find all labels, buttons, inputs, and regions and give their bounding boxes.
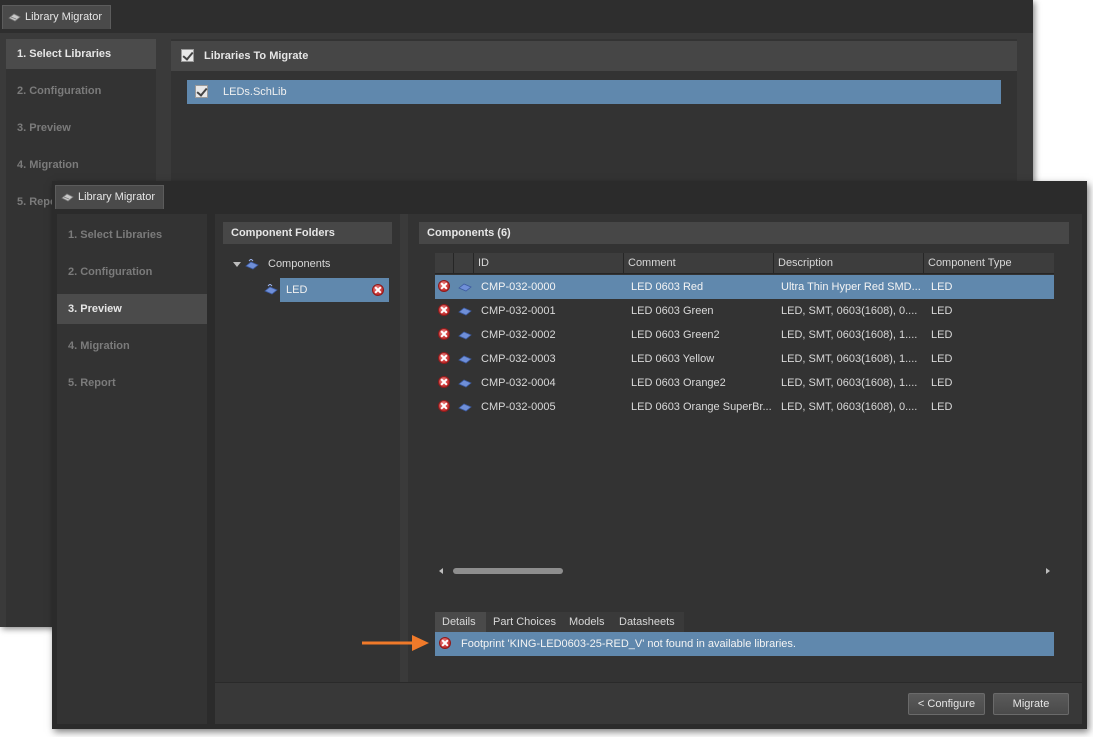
- cell-comment: LED 0603 Green2: [631, 329, 720, 341]
- library-migrator-icon: [61, 193, 74, 202]
- table-row[interactable]: CMP-032-0002 LED 0603 Green2 LED, SMT, 060…: [435, 323, 1054, 347]
- table-row[interactable]: CMP-032-0005 LED 0603 Orange SuperBr... LE…: [435, 395, 1054, 419]
- error-icon: [372, 284, 384, 296]
- expand-arrow-icon[interactable]: [233, 262, 241, 267]
- grid-header: ID Comment Description Component Type: [435, 253, 1054, 274]
- back-window-tab[interactable]: Library Migrator: [2, 5, 112, 29]
- tree-item-led[interactable]: LED: [264, 278, 389, 302]
- nav-select-libraries[interactable]: 1. Select Libraries: [6, 39, 156, 69]
- column-id[interactable]: ID: [474, 253, 624, 274]
- nav-migration[interactable]: 4. Migration: [6, 150, 156, 180]
- cell-component-type: LED: [931, 401, 953, 413]
- error-icon: [438, 328, 450, 340]
- footer-bar: < Configure Migrate: [215, 682, 1082, 724]
- error-icon: [439, 637, 451, 649]
- component-icon: [458, 403, 472, 412]
- cell-description: LED, SMT, 0603(1608), 0....: [781, 401, 918, 413]
- tab-details[interactable]: Details: [435, 612, 486, 632]
- tab-part-choices[interactable]: Part Choices: [486, 612, 562, 632]
- component-icon: [245, 259, 259, 270]
- horizontal-scrollbar[interactable]: [435, 565, 1054, 577]
- component-icon: [458, 331, 472, 340]
- components-panel: Components (6) ID Comment Description Co…: [408, 214, 1082, 724]
- error-icon: [438, 400, 450, 412]
- cell-comment: LED 0603 Red: [631, 281, 704, 293]
- cell-component-type: LED: [931, 353, 953, 365]
- window-title: Library Migrator: [78, 191, 156, 203]
- tab-models[interactable]: Models: [562, 612, 612, 632]
- migrate-button[interactable]: Migrate: [993, 693, 1069, 715]
- column-component-type[interactable]: Component Type: [924, 253, 1054, 274]
- front-window-tab[interactable]: Library Migrator: [55, 185, 165, 209]
- cell-component-type: LED: [931, 329, 953, 341]
- component-icon: [458, 283, 472, 292]
- cell-description: Ultra Thin Hyper Red SMD...: [781, 281, 921, 293]
- nav-migration[interactable]: 4. Migration: [57, 331, 207, 361]
- table-row[interactable]: CMP-032-0000 LED 0603 Red Ultra Thin Hyper…: [435, 275, 1054, 299]
- error-icon: [438, 352, 450, 364]
- cell-id: CMP-032-0003: [481, 353, 556, 365]
- nav-select-libraries[interactable]: 1. Select Libraries: [57, 220, 207, 250]
- cell-comment: LED 0603 Green: [631, 305, 714, 317]
- cell-component-type: LED: [931, 377, 953, 389]
- error-icon: [438, 376, 450, 388]
- callout-arrow-icon: [362, 635, 429, 651]
- configure-button[interactable]: < Configure: [908, 693, 985, 715]
- cell-description: LED, SMT, 0603(1608), 1....: [781, 329, 918, 341]
- libraries-header-label: Libraries To Migrate: [204, 50, 309, 62]
- tree-root-label[interactable]: Components: [268, 258, 330, 270]
- cell-component-type: LED: [931, 281, 953, 293]
- step-navigation: 1. Select Libraries 2. Configuration 3. …: [57, 214, 207, 724]
- nav-report[interactable]: 5. Report: [57, 368, 207, 398]
- scroll-thumb[interactable]: [453, 568, 563, 574]
- cell-id: CMP-032-0005: [481, 401, 556, 413]
- tab-datasheets[interactable]: Datasheets: [612, 612, 684, 632]
- nav-configuration[interactable]: 2. Configuration: [57, 257, 207, 287]
- scroll-left-icon[interactable]: [439, 568, 443, 574]
- library-name: LEDs.SchLib: [223, 86, 287, 98]
- error-message: Footprint 'KING-LED0603-25-RED_V' not fo…: [461, 638, 796, 650]
- column-status[interactable]: [435, 253, 454, 274]
- cell-description: LED, SMT, 0603(1608), 1....: [781, 377, 918, 389]
- nav-configuration[interactable]: 2. Configuration: [6, 76, 156, 106]
- component-icon: [458, 355, 472, 364]
- tree-item-label: LED: [286, 284, 308, 296]
- nav-preview[interactable]: 3. Preview: [57, 294, 207, 324]
- cell-component-type: LED: [931, 305, 953, 317]
- cell-id: CMP-032-0001: [481, 305, 556, 317]
- cell-comment: LED 0603 Yellow: [631, 353, 715, 365]
- library-migrator-icon: [8, 13, 21, 22]
- checkbox-checked-icon[interactable]: [181, 49, 194, 62]
- checkbox-checked-icon[interactable]: [195, 85, 208, 98]
- error-icon: [438, 304, 450, 316]
- column-description[interactable]: Description: [774, 253, 924, 274]
- component-icon: [458, 307, 472, 316]
- scroll-right-icon[interactable]: [1046, 568, 1050, 574]
- component-folders-header: Component Folders: [223, 222, 392, 244]
- message-row[interactable]: Footprint 'KING-LED0603-25-RED_V' not fo…: [435, 632, 1054, 656]
- cell-comment: LED 0603 Orange2: [631, 377, 726, 389]
- column-icon[interactable]: [454, 253, 474, 274]
- library-row[interactable]: LEDs.SchLib: [187, 80, 1001, 104]
- components-header: Components (6): [419, 222, 1069, 244]
- libraries-header: Libraries To Migrate: [171, 41, 1017, 71]
- table-row[interactable]: CMP-032-0001 LED 0603 Green LED, SMT, 0603…: [435, 299, 1054, 323]
- cell-id: CMP-032-0002: [481, 329, 556, 341]
- cell-description: LED, SMT, 0603(1608), 0....: [781, 305, 918, 317]
- table-row[interactable]: CMP-032-0003 LED 0603 Yellow LED, SMT, 060…: [435, 347, 1054, 371]
- cell-id: CMP-032-0000: [481, 281, 556, 293]
- component-icon: [264, 284, 278, 295]
- window-title: Library Migrator: [25, 11, 103, 23]
- preview-body: Component Folders Components LED Compone…: [215, 214, 1082, 724]
- cell-description: LED, SMT, 0603(1608), 1....: [781, 353, 918, 365]
- column-comment[interactable]: Comment: [624, 253, 774, 274]
- component-icon: [458, 379, 472, 388]
- front-window: Library Migrator 1. Select Libraries 2. …: [52, 181, 1087, 729]
- nav-preview[interactable]: 3. Preview: [6, 113, 156, 143]
- back-titlebar: [0, 0, 1033, 33]
- cell-comment: LED 0603 Orange SuperBr...: [631, 401, 771, 413]
- error-icon: [438, 280, 450, 292]
- cell-id: CMP-032-0004: [481, 377, 556, 389]
- table-row[interactable]: CMP-032-0004 LED 0603 Orange2 LED, SMT, 06…: [435, 371, 1054, 395]
